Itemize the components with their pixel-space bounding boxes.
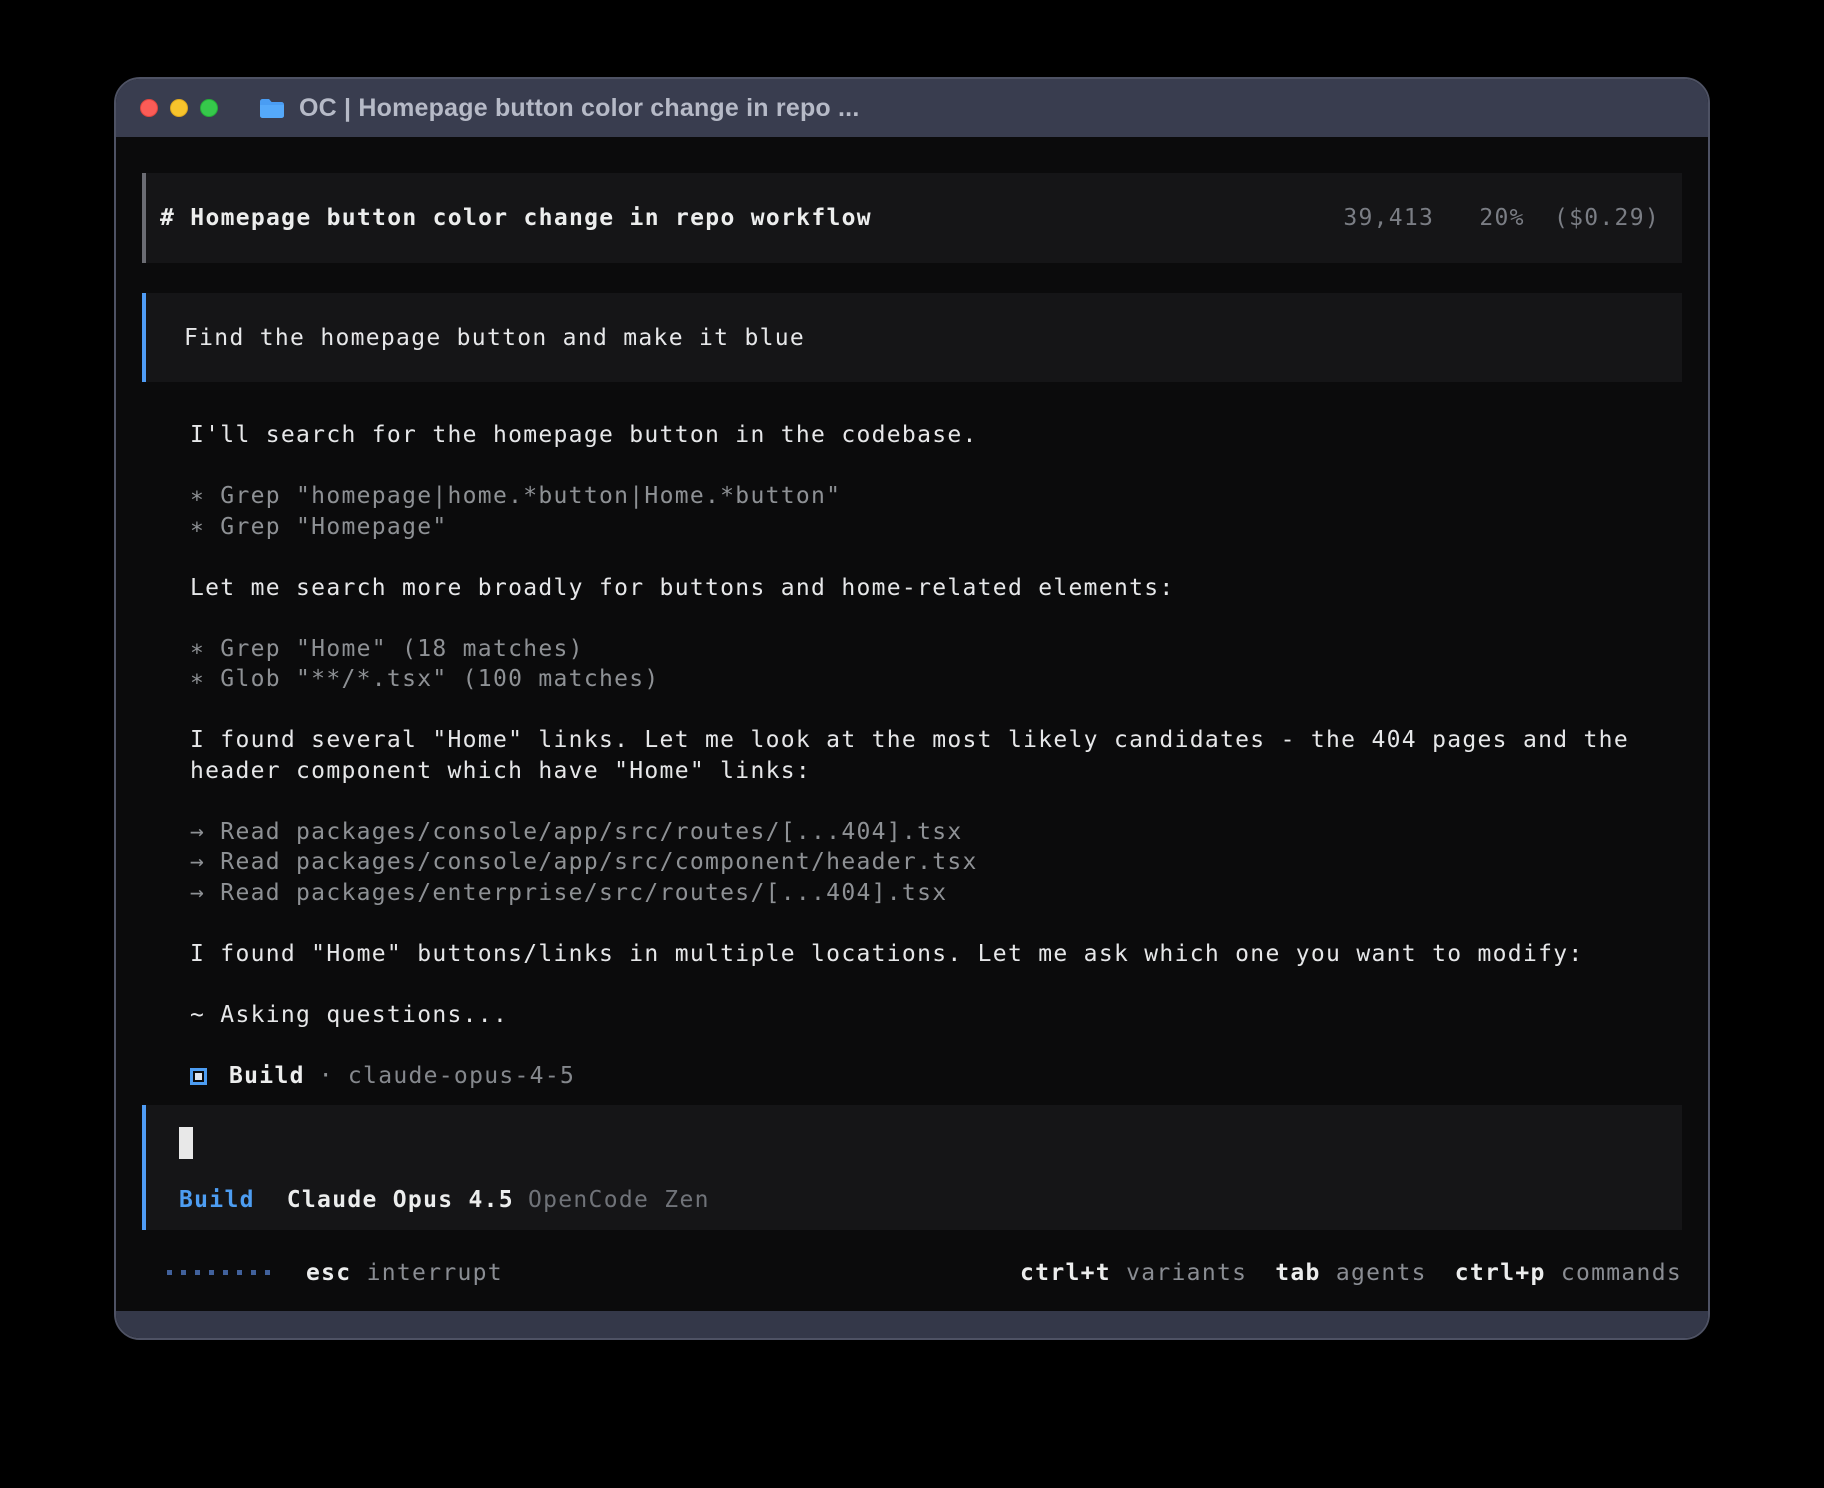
zoom-button[interactable] <box>200 99 218 117</box>
working-dot <box>181 1270 186 1275</box>
session-title: # Homepage button color change in repo w… <box>160 205 872 231</box>
tool-call-line: ∗ Glob "**/*.tsx" (100 matches) <box>190 664 1682 695</box>
status-bar-left: esc interrupt <box>167 1260 503 1286</box>
agent-status-line: Build · claude-opus-4-5 <box>142 1061 1682 1092</box>
tool-call-text: Read packages/console/app/src/component/… <box>220 849 977 875</box>
hint-agents: tab agents <box>1275 1260 1427 1286</box>
working-dot <box>167 1270 172 1275</box>
agent-name: Build <box>229 1061 305 1092</box>
user-message: Find the homepage button and make it blu… <box>142 293 1682 382</box>
provider-name: OpenCode Zen <box>528 1187 710 1213</box>
tool-call-line: → Read packages/enterprise/src/routes/[.… <box>190 878 1682 909</box>
assistant-text-line: I'll search for the homepage button in t… <box>190 420 1682 451</box>
traffic-lights <box>140 99 218 117</box>
assistant-text-line: Let me search more broadly for buttons a… <box>190 573 1682 604</box>
separator-dot: · <box>319 1061 334 1092</box>
working-dot <box>223 1270 228 1275</box>
hint-variants: ctrl+t variants <box>1020 1260 1247 1286</box>
tool-call-line: ∗ Grep "Home" (18 matches) <box>190 634 1682 665</box>
window-title: OC | Homepage button color change in rep… <box>299 94 859 123</box>
user-message-text: Find the homepage button and make it blu… <box>184 325 805 351</box>
transcript-gap <box>190 695 1682 726</box>
asterisk-icon: ∗ <box>190 636 220 662</box>
transcript-gap <box>190 908 1682 939</box>
status-bar: esc interrupt ctrl+t variants tab agents… <box>142 1258 1682 1288</box>
status-bar-right: ctrl+t variants tab agents ctrl+p comman… <box>1020 1260 1682 1286</box>
terminal-content: # Homepage button color change in repo w… <box>116 137 1708 1313</box>
working-dot <box>195 1270 200 1275</box>
transcript-gap <box>190 786 1682 817</box>
tool-call-text: Grep "homepage|home.*button|Home.*button… <box>220 483 841 509</box>
asterisk-icon: ∗ <box>190 514 220 540</box>
tool-call-text: Grep "Home" (18 matches) <box>220 636 584 662</box>
tool-call-line: → Read packages/console/app/src/routes/[… <box>190 817 1682 848</box>
tool-call-text: Glob "**/*.tsx" (100 matches) <box>220 666 659 692</box>
asterisk-icon: ∗ <box>190 666 220 692</box>
arrow-icon: → <box>190 849 220 875</box>
asterisk-icon: ∗ <box>190 483 220 509</box>
tool-call-line: ∗ Grep "homepage|home.*button|Home.*butt… <box>190 481 1682 512</box>
assistant-transcript: I'll search for the homepage button in t… <box>142 420 1682 1061</box>
transcript-gap <box>190 1030 1682 1061</box>
transcript-gap <box>190 451 1682 482</box>
tool-call-line: ∗ Grep "Homepage" <box>190 512 1682 543</box>
assistant-text-line: I found "Home" buttons/links in multiple… <box>190 939 1682 970</box>
desktop-background: OC | Homepage button color change in rep… <box>0 0 1824 1488</box>
prompt-input[interactable]: Build Claude Opus 4.5 OpenCode Zen <box>142 1105 1682 1230</box>
window-bottom-edge <box>116 1311 1708 1338</box>
token-count: 39,413 <box>1343 205 1434 231</box>
transcript-gap <box>190 603 1682 634</box>
assistant-text-line: ~ Asking questions... <box>190 1000 1682 1031</box>
arrow-icon: → <box>190 819 220 845</box>
tool-call-text: Grep "Homepage" <box>220 514 447 540</box>
session-header: # Homepage button color change in repo w… <box>142 173 1682 263</box>
arrow-icon: → <box>190 880 220 906</box>
tool-call-text: Read packages/enterprise/src/routes/[...… <box>220 880 947 906</box>
transcript-gap <box>190 969 1682 1000</box>
build-square-icon <box>190 1068 207 1085</box>
working-dot <box>251 1270 256 1275</box>
context-percentage: 20% <box>1479 205 1524 231</box>
hint-interrupt: esc interrupt <box>306 1260 503 1286</box>
working-dot <box>237 1270 242 1275</box>
window-titlebar[interactable]: OC | Homepage button color change in rep… <box>116 79 1708 137</box>
working-dot <box>209 1270 214 1275</box>
session-cost: ($0.29) <box>1554 205 1660 231</box>
tool-call-text: Read packages/console/app/src/routes/[..… <box>220 819 962 845</box>
folder-icon <box>258 97 286 120</box>
model-id: claude-opus-4-5 <box>348 1061 575 1092</box>
assistant-text-line: I found several "Home" links. Let me loo… <box>190 725 1682 756</box>
tool-call-line: → Read packages/console/app/src/componen… <box>190 847 1682 878</box>
model-name[interactable]: Claude Opus 4.5 <box>287 1187 514 1213</box>
working-dot <box>265 1270 270 1275</box>
terminal-window: OC | Homepage button color change in rep… <box>114 77 1710 1340</box>
input-meta: Build Claude Opus 4.5 OpenCode Zen <box>179 1187 1682 1213</box>
text-cursor <box>179 1127 193 1159</box>
transcript-gap <box>190 542 1682 573</box>
assistant-text-line: header component which have "Home" links… <box>190 756 1682 787</box>
minimize-button[interactable] <box>170 99 188 117</box>
working-indicator-dots <box>167 1270 270 1275</box>
hint-commands: ctrl+p commands <box>1455 1260 1682 1286</box>
close-button[interactable] <box>140 99 158 117</box>
session-stats: 39,413 20% ($0.29) <box>1343 205 1660 231</box>
agent-badge[interactable]: Build <box>179 1187 255 1213</box>
